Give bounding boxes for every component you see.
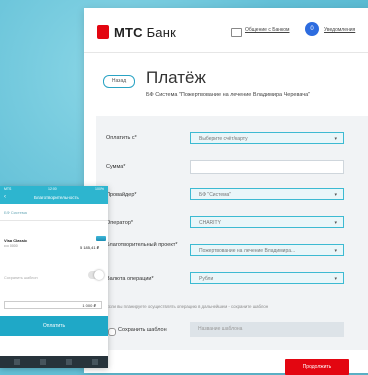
save-template-toggle[interactable]: [88, 270, 104, 280]
back-arrow-icon[interactable]: ‹: [4, 194, 6, 200]
more-tab-icon[interactable]: [92, 359, 98, 365]
card-name[interactable]: Visa Classic: [4, 238, 27, 243]
phone-mockup: MTS 12:00 100% ‹ Благотворительность БФ …: [0, 186, 108, 368]
save-template-hint: Если вы планируете осуществлять операцию…: [106, 304, 269, 309]
phone-nav-title: Благотворительность: [34, 195, 79, 200]
divider: [0, 220, 108, 221]
amount-input[interactable]: [190, 160, 344, 174]
operator-select[interactable]: CHARITY ▾: [190, 216, 344, 228]
pay-from-select[interactable]: Выберите счёт/карту ▾: [190, 132, 344, 144]
phone-bottom-bar: [0, 356, 108, 368]
template-name-input[interactable]: Название шаблона: [190, 322, 344, 337]
provider-value: БФ "Система": [199, 192, 232, 198]
logo-main: МТС: [114, 25, 143, 40]
project-label: Благотворительный проект*: [106, 242, 178, 248]
carrier-label: MTS: [4, 187, 12, 191]
back-button[interactable]: Назад: [103, 75, 135, 88]
notifications-badge[interactable]: 0: [305, 22, 319, 36]
provider-select[interactable]: БФ "Система" ▾: [190, 188, 344, 200]
notifications-link[interactable]: Уведомления: [324, 27, 355, 33]
bank-logo[interactable]: МТС Банк: [114, 25, 176, 40]
provider-label: Провайдер*: [106, 192, 137, 198]
operator-value: CHARITY: [199, 220, 221, 226]
phone-pay-button[interactable]: Оплатить: [0, 316, 108, 336]
card-number: •••• 0000: [4, 244, 18, 248]
project-value: Пожертвование на лечение Владимира...: [199, 248, 296, 254]
status-time: 12:00: [48, 187, 57, 191]
pay-from-label: Оплатить с*: [106, 135, 137, 141]
chevron-down-icon: ▾: [334, 220, 337, 226]
battery-label: 100%: [95, 187, 104, 191]
home-tab-icon[interactable]: [14, 359, 20, 365]
chevron-down-icon: ▾: [334, 192, 337, 198]
payments-tab-icon[interactable]: [40, 359, 46, 365]
history-tab-icon[interactable]: [66, 359, 72, 365]
bank-web-window: МТС Банк Общение с Банком 0 Уведомления …: [84, 8, 368, 375]
phone-subtitle: БФ Система: [4, 210, 27, 215]
chevron-down-icon: ▾: [334, 248, 337, 254]
currency-value: Рубли: [199, 276, 214, 282]
chat-link[interactable]: Общение с Банком: [245, 27, 290, 33]
logo-sub: Банк: [146, 25, 177, 40]
save-template-label: Сохранить шаблон: [118, 327, 167, 333]
toggle-knob: [94, 270, 104, 280]
save-template-checkbox[interactable]: [108, 328, 116, 336]
card-icon: [96, 236, 106, 241]
amount-label: Сумма*: [106, 164, 126, 170]
mts-logo-icon: [97, 25, 109, 39]
card-balance: 5 185,41 ₽: [80, 245, 100, 250]
payment-form: Оплатить с* Выберите счёт/карту ▾ Сумма*…: [96, 116, 368, 350]
pay-from-value: Выберите счёт/карту: [199, 136, 248, 142]
chevron-down-icon: ▾: [334, 276, 337, 282]
phone-amount-input[interactable]: 1 000 ₽: [4, 301, 102, 309]
page-title: Платёж: [146, 68, 206, 87]
operator-label: Оператор*: [106, 220, 134, 226]
continue-button[interactable]: Продолжить: [285, 359, 349, 375]
header: МТС Банк Общение с Банком 0 Уведомления: [84, 8, 368, 53]
phone-nav-bar: ‹ Благотворительность: [0, 192, 108, 204]
chat-icon[interactable]: [231, 28, 242, 37]
currency-label: Валюта операции*: [106, 276, 154, 282]
currency-select[interactable]: Рубли ▾: [190, 272, 344, 284]
phone-toggle-label: Сохранить шаблон: [4, 276, 38, 280]
project-select[interactable]: Пожертвование на лечение Владимира... ▾: [190, 244, 344, 256]
chevron-down-icon: ▾: [334, 136, 337, 142]
page-subtitle: БФ Система "Пожертвование на лечение Вла…: [146, 92, 311, 98]
